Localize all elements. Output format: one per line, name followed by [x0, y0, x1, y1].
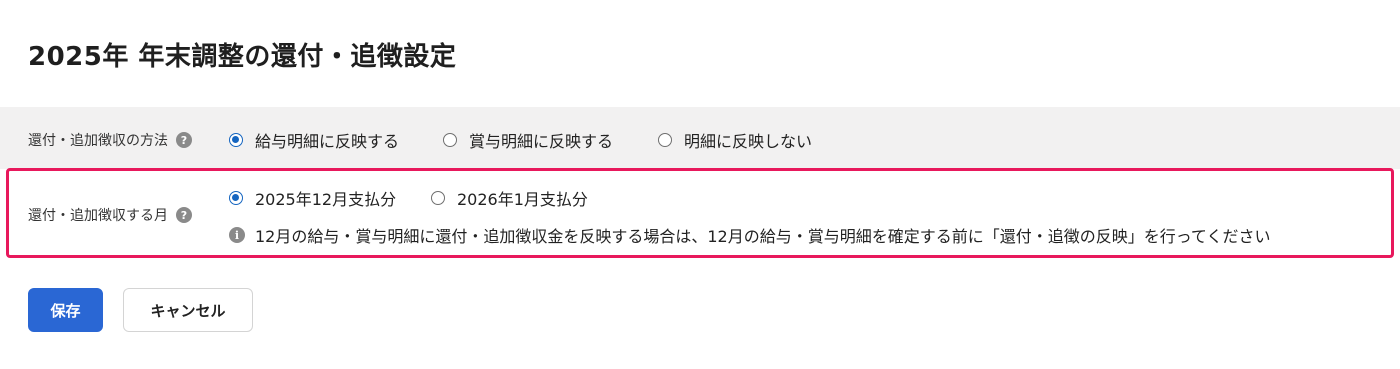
radio-checked-icon[interactable]: [229, 133, 243, 147]
cancel-button[interactable]: キャンセル: [123, 288, 253, 332]
radio-label: 2025年12月支払分: [255, 190, 397, 209]
radio-option-salary-slip[interactable]: 給与明細に反映する: [229, 128, 399, 152]
radio-label: 明細に反映しない: [684, 132, 813, 151]
save-button[interactable]: 保存: [28, 288, 103, 332]
refund-method-label: 還付・追加徴収の方法: [28, 133, 168, 149]
help-icon[interactable]: ?: [176, 207, 192, 223]
refund-method-row: 還付・追加徴収の方法 ? 給与明細に反映する 賞与明細に反映する 明細に反映しな…: [0, 107, 1400, 169]
info-message: i 12月の給与・賞与明細に還付・追加徴収金を反映する場合は、12月の給与・賞与…: [229, 223, 1270, 247]
info-message-text: 12月の給与・賞与明細に還付・追加徴収金を反映する場合は、12月の給与・賞与明細…: [255, 227, 1271, 246]
radio-label: 賞与明細に反映する: [469, 132, 614, 151]
radio-unchecked-icon[interactable]: [431, 191, 445, 205]
radio-label: 2026年1月支払分: [457, 190, 588, 209]
radio-label: 給与明細に反映する: [255, 132, 400, 151]
refund-month-highlight-box: 還付・追加徴収する月 ? 2025年12月支払分 2026年1月支払分 i 12…: [6, 168, 1394, 258]
settings-page: 2025年 年末調整の還付・追徴設定 還付・追加徴収の方法 ? 給与明細に反映す…: [0, 0, 1400, 369]
help-icon[interactable]: ?: [176, 132, 192, 148]
radio-option-2026-jan[interactable]: 2026年1月支払分: [431, 186, 588, 210]
info-icon: i: [229, 227, 245, 243]
refund-method-label-group: 還付・追加徴収の方法 ?: [28, 130, 192, 150]
radio-unchecked-icon[interactable]: [658, 133, 672, 147]
refund-month-label-group: 還付・追加徴収する月 ?: [28, 205, 192, 225]
radio-option-bonus-slip[interactable]: 賞与明細に反映する: [443, 128, 613, 152]
radio-unchecked-icon[interactable]: [443, 133, 457, 147]
page-title: 2025年 年末調整の還付・追徴設定: [28, 42, 457, 72]
refund-month-label: 還付・追加徴収する月: [28, 208, 168, 224]
radio-checked-icon[interactable]: [229, 191, 243, 205]
radio-option-2025-dec[interactable]: 2025年12月支払分: [229, 186, 396, 210]
radio-option-no-reflect[interactable]: 明細に反映しない: [658, 128, 812, 152]
